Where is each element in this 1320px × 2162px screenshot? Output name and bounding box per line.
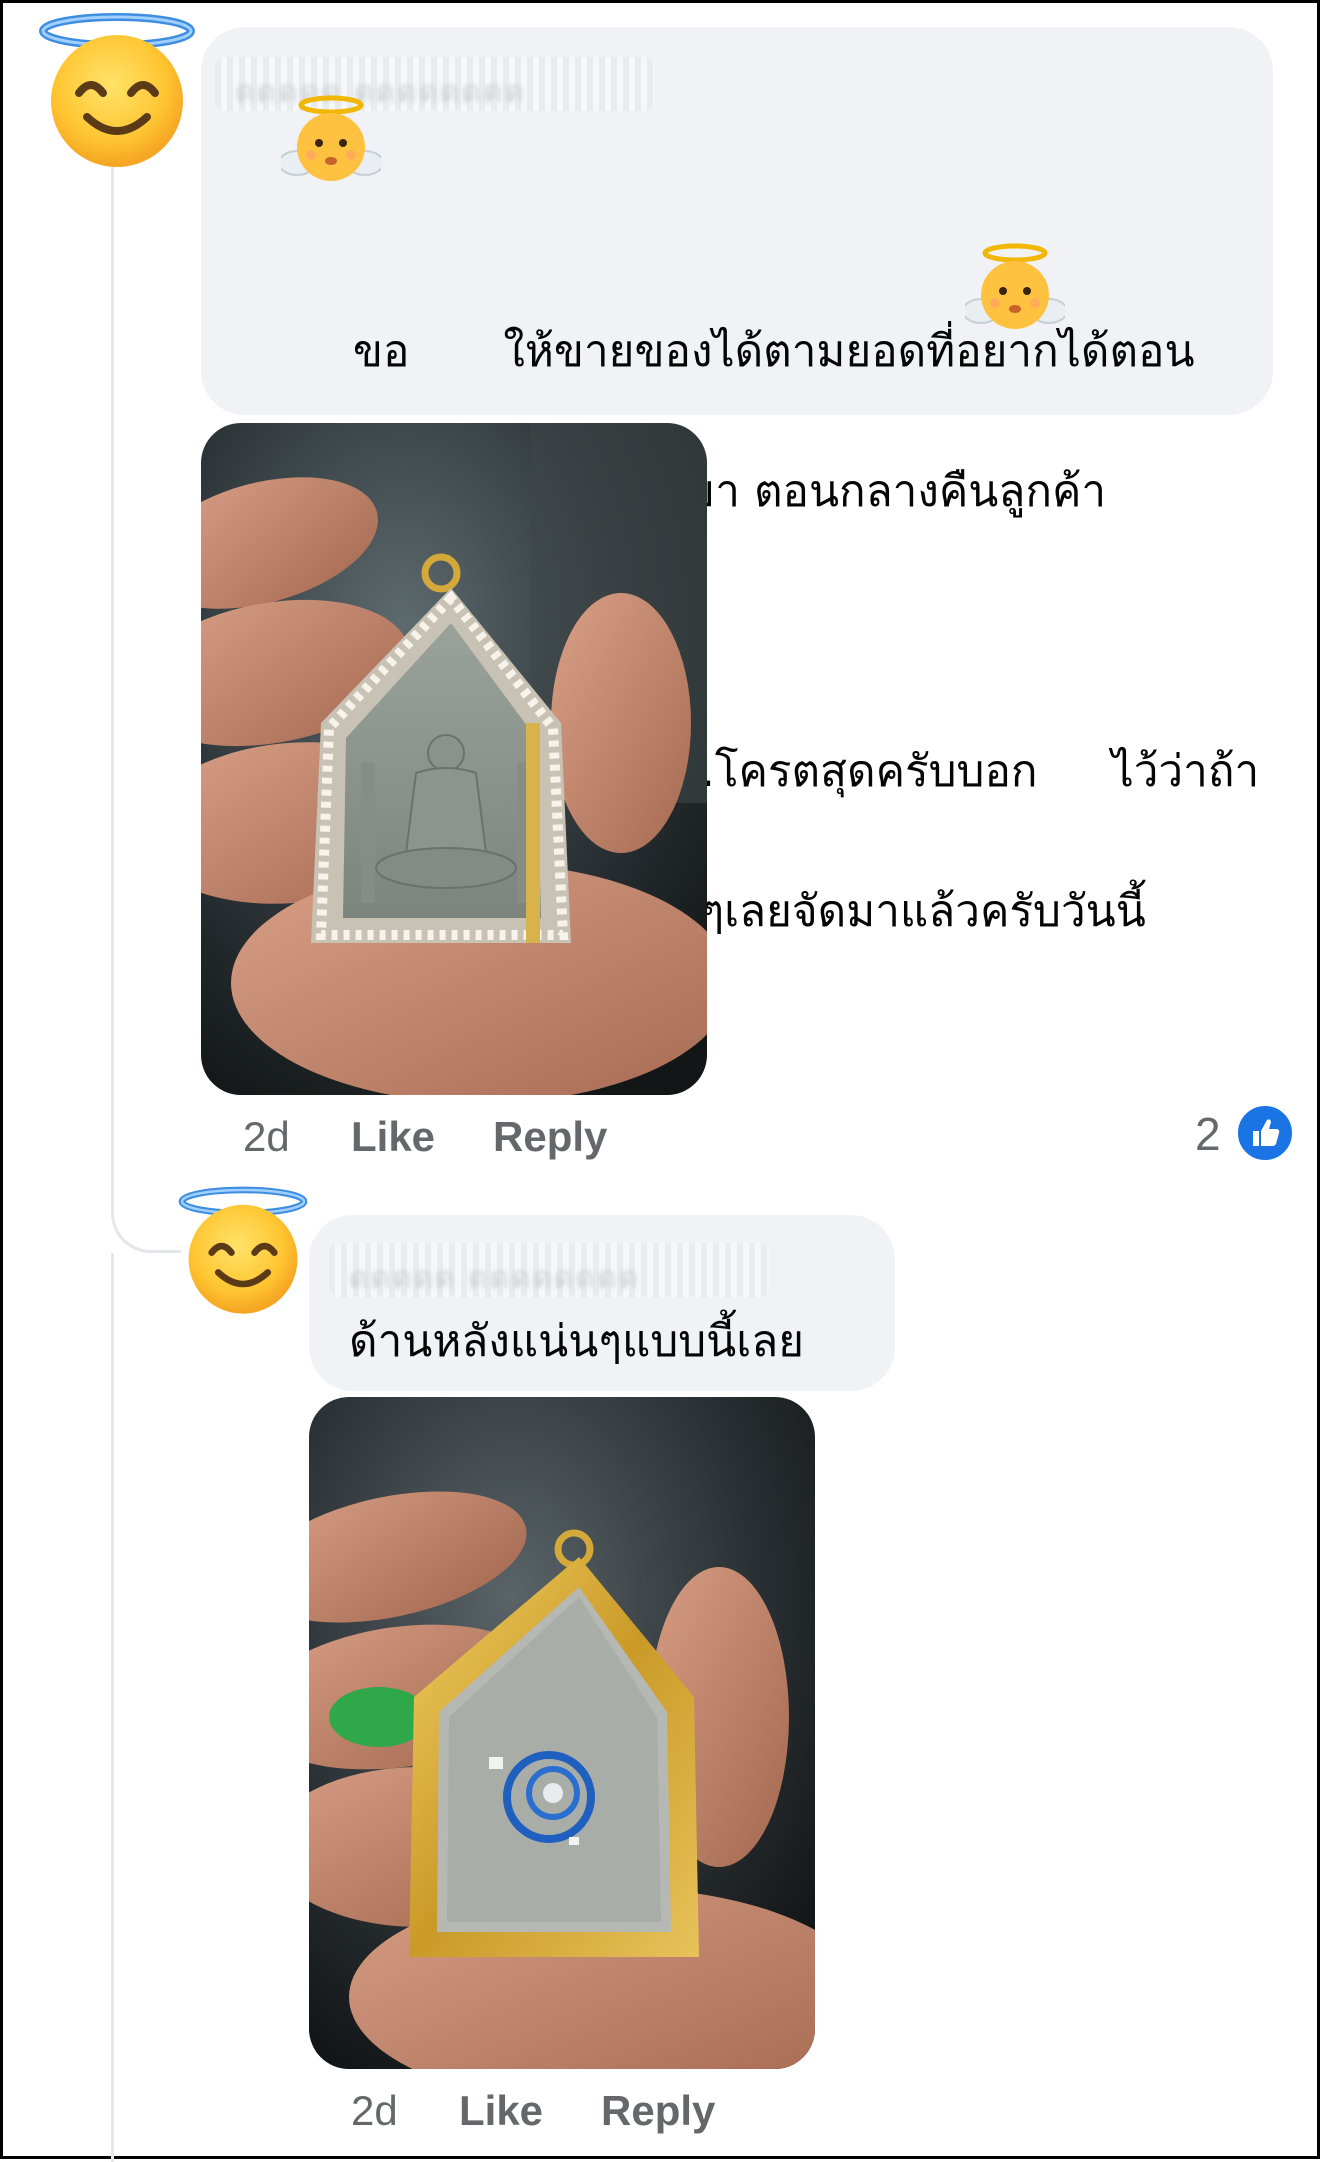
comment-bubble: ดดดดด ดดดดดดดด ขอ ให้ขายของได้ตามยอดที่อย… bbox=[201, 27, 1273, 937]
like-reaction-badge[interactable] bbox=[1235, 1103, 1295, 1163]
comment-text-line: ให้ขายของได้ตามยอดที่อยากได้ตอน bbox=[503, 326, 1195, 377]
reply-button[interactable]: Reply bbox=[601, 2087, 715, 2135]
reply-photo-amulet-back[interactable] bbox=[309, 1397, 815, 2069]
reaction-count[interactable]: 2 bbox=[1195, 1107, 1221, 1161]
comment-actions: 2d Like Reply bbox=[243, 1113, 743, 1173]
thread-connector-line-lower bbox=[111, 1253, 114, 2162]
amulet-front-image bbox=[201, 423, 707, 1095]
comment-thread: ดดดดด ดดดดดดดด ขอ ให้ขายของได้ตามยอดที่อย… bbox=[0, 0, 1320, 2162]
reply-author-name[interactable]: ดดดดด ดดดดดดดด bbox=[329, 1243, 769, 1297]
amulet-back-image bbox=[309, 1397, 815, 2069]
reply-avatar[interactable] bbox=[177, 1185, 309, 1317]
reply-bubble: ดดดดด ดดดดดดดด ด้านหลังแน่นๆแบบนี้เลย bbox=[309, 1215, 895, 1391]
baby-angel-icon bbox=[965, 243, 1065, 329]
comment-photo-amulet-front[interactable] bbox=[201, 423, 707, 1095]
baby-angel-icon bbox=[281, 95, 381, 181]
reply-timestamp[interactable]: 2d bbox=[351, 2087, 398, 2135]
reply-text: ด้านหลังแน่นๆแบบนี้เลย bbox=[349, 1316, 805, 1367]
like-thumb-icon bbox=[1253, 1119, 1280, 1146]
thread-connector-line bbox=[111, 163, 114, 1203]
comment-text-line: ขอ bbox=[352, 326, 410, 377]
reply-author-name-text: ดดดดด ดดดดดดดด bbox=[349, 1261, 640, 1296]
comment-timestamp[interactable]: 2d bbox=[243, 1113, 290, 1161]
smiling-face-with-halo-icon bbox=[178, 1186, 308, 1314]
smiling-face-with-halo-icon bbox=[39, 13, 195, 167]
reply-button[interactable]: Reply bbox=[493, 1113, 607, 1161]
like-button[interactable]: Like bbox=[351, 1113, 435, 1161]
comment-text-line: ไว้ว่าถ้า bbox=[1111, 746, 1260, 797]
like-button[interactable]: Like bbox=[459, 2087, 543, 2135]
commenter-avatar[interactable] bbox=[37, 11, 197, 171]
reply-actions: 2d Like Reply bbox=[351, 2087, 851, 2147]
thread-connector-curve bbox=[111, 1183, 181, 1253]
